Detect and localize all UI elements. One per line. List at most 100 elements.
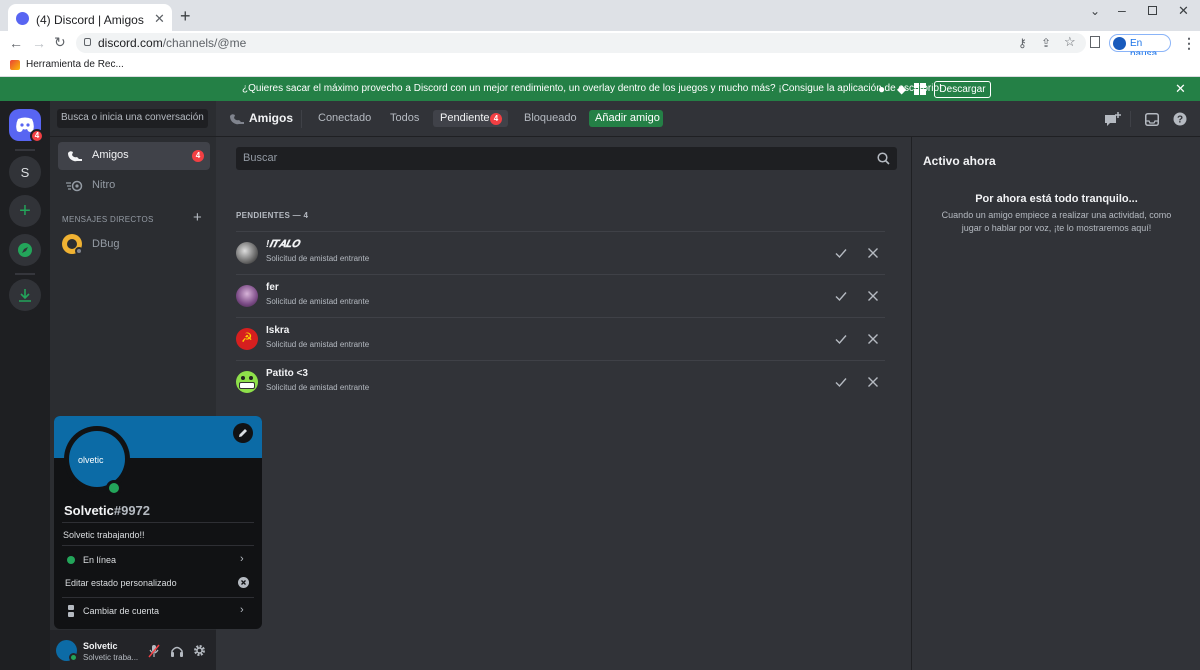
request-status: Solicitud de amistad entrante (266, 383, 370, 392)
tab-pending-label: Pendiente (440, 112, 490, 124)
server-s[interactable]: S (9, 156, 41, 188)
tab-close-icon[interactable]: ✕ (154, 11, 165, 27)
banner-close-icon[interactable]: ✕ (1175, 81, 1186, 97)
avatar-image: olvetic (69, 431, 125, 487)
download-apps-button[interactable] (9, 279, 41, 311)
new-tab-icon[interactable]: + (180, 6, 191, 27)
ignore-x-icon[interactable] (865, 374, 881, 390)
dm-user-name: DBug (92, 238, 120, 250)
forward-icon[interactable]: → (32, 36, 46, 50)
inbox-icon[interactable] (1145, 113, 1159, 126)
status-online-item[interactable]: En línea › (60, 550, 256, 570)
friends-icon (68, 151, 82, 162)
profile-avatar[interactable]: olvetic (64, 426, 130, 496)
profile-pause-button[interactable]: En pausa (1109, 34, 1171, 60)
tab-strip: (4) Discord | Amigos ✕ + ⌄ – ✕ (0, 0, 1200, 34)
key-icon[interactable]: ⚷ (1018, 36, 1027, 50)
create-dm-icon[interactable]: + (193, 209, 202, 226)
add-friend-button[interactable]: Añadir amigo (589, 110, 663, 127)
accept-check-icon[interactable] (833, 331, 849, 347)
settings-gear-icon[interactable] (193, 644, 206, 657)
accept-check-icon[interactable] (833, 288, 849, 304)
online-dot-icon (67, 556, 75, 564)
bookmark-item[interactable]: Herramienta de Rec... (26, 59, 124, 70)
browser-tab[interactable]: (4) Discord | Amigos ✕ (8, 4, 172, 34)
tab-all[interactable]: Todos (390, 112, 419, 124)
sidebar-item-label: Amigos (92, 149, 129, 161)
search-placeholder: Buscar (243, 152, 278, 164)
accept-check-icon[interactable] (833, 245, 849, 261)
ignore-x-icon[interactable] (865, 245, 881, 261)
pending-badge: 4 (490, 113, 502, 125)
switch-account-item[interactable]: Cambiar de cuenta › (60, 601, 256, 621)
user-avatar[interactable] (56, 640, 78, 662)
download-button[interactable]: Descargar (934, 81, 991, 98)
clear-status-icon[interactable] (238, 577, 249, 588)
popout-divider (62, 545, 254, 546)
explore-servers-button[interactable] (9, 234, 41, 266)
conversation-search[interactable]: Busca o inicia una conversación (57, 109, 208, 128)
mute-mic-icon[interactable] (148, 644, 160, 658)
add-friend-label: Añadir amigo (595, 112, 660, 124)
browser-chrome: (4) Discord | Amigos ✕ + ⌄ – ✕ ← → ↻ dis… (0, 0, 1200, 77)
home-button[interactable]: 4 (9, 109, 44, 143)
request-name: Iskra (266, 325, 290, 336)
friends-main: Amigos Conectado Todos Pendiente 4 Bloqu… (216, 101, 1200, 670)
accept-check-icon[interactable] (833, 374, 849, 390)
active-now-empty-text: Cuando un amigo empiece a realizar una a… (941, 210, 1172, 220)
user-name: Solvetic (83, 641, 118, 651)
home-badge: 4 (30, 129, 44, 143)
help-icon[interactable]: ? (1173, 112, 1187, 126)
browser-menu-icon[interactable]: ⋮ (1182, 36, 1196, 50)
active-now-title: Activo ahora (923, 154, 996, 168)
ignore-x-icon[interactable] (865, 288, 881, 304)
bookmark-star-icon[interactable]: ☆ (1064, 35, 1076, 49)
online-status-dot (106, 480, 122, 496)
friends-topbar: Amigos Conectado Todos Pendiente 4 Bloqu… (216, 101, 1200, 137)
window-close-icon[interactable]: ✕ (1178, 3, 1189, 19)
tab-online[interactable]: Conectado (318, 112, 371, 124)
headphones-icon[interactable] (170, 644, 184, 657)
dm-item-dbug[interactable]: DBug (58, 231, 210, 259)
friend-request-row[interactable]: fer Solicitud de amistad entrante (236, 274, 885, 317)
friend-request-row[interactable]: ☭ Iskra Solicitud de amistad entrante (236, 317, 885, 360)
reload-icon[interactable]: ↻ (54, 35, 66, 49)
edit-profile-button[interactable] (233, 423, 253, 443)
new-group-dm-icon[interactable] (1104, 112, 1122, 128)
minimize-icon[interactable]: – (1118, 2, 1126, 18)
share-icon[interactable]: ⇪ (1041, 36, 1051, 50)
address-bar[interactable]: discord.com/channels/@me ⚷ ⇪ ☆ (76, 33, 1086, 53)
maximize-icon[interactable] (1148, 6, 1157, 15)
tab-pending[interactable]: Pendiente 4 (433, 110, 508, 127)
request-name: fer (266, 282, 279, 293)
edit-status-label: Editar estado personalizado (65, 578, 177, 588)
popout-divider (62, 522, 254, 523)
request-name: Patito <3 (266, 368, 308, 379)
sidepanel-icon[interactable] (1090, 36, 1100, 48)
friend-request-row[interactable]: !𝑰𝑻𝑨𝑳𝑶 Solicitud de amistad entrante (236, 231, 885, 274)
tab-blocked[interactable]: Bloqueado (524, 112, 577, 124)
ignore-x-icon[interactable] (865, 331, 881, 347)
topbar-divider (301, 110, 302, 128)
active-now-panel: Activo ahora Por ahora está todo tranqui… (911, 137, 1200, 670)
tab-search-icon[interactable]: ⌄ (1090, 4, 1100, 18)
dbug-avatar (62, 234, 83, 255)
add-server-button[interactable]: + (9, 195, 41, 227)
request-name: !𝑰𝑻𝑨𝑳𝑶 (266, 239, 300, 250)
rail-divider-2 (15, 273, 35, 275)
nitro-icon (66, 180, 83, 192)
chevron-right-icon: › (240, 553, 244, 565)
sidebar-item-nitro[interactable]: Nitro (58, 172, 210, 200)
friends-search-input[interactable]: Buscar (236, 147, 897, 170)
sidebar-item-friends[interactable]: Amigos 4 (58, 142, 210, 170)
server-s-label: S (20, 164, 30, 180)
back-icon[interactable]: ← (9, 36, 23, 50)
rail-divider (15, 149, 35, 151)
custom-status-text: Solvetic trabajando!! (63, 530, 145, 540)
edit-status-item[interactable]: Editar estado personalizado (60, 573, 256, 593)
friend-request-row[interactable]: Patito <3 Solicitud de amistad entrante (236, 360, 885, 403)
switch-account-label: Cambiar de cuenta (83, 606, 160, 616)
dm-header: MENSAJES DIRECTOS (62, 215, 154, 224)
android-icon: ◆ (897, 82, 907, 96)
sidebar-item-label: Nitro (92, 179, 116, 191)
